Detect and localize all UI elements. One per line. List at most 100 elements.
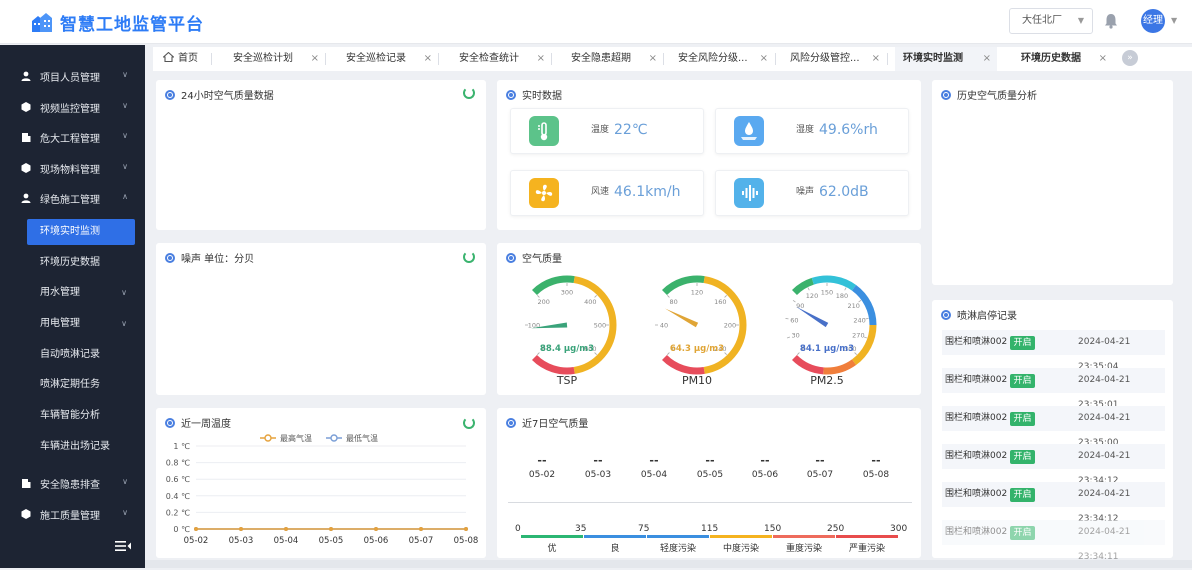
gauge-tick-label: 200 [537,298,549,306]
legend-label: 最低气温 [346,433,378,443]
aq-level-bar [584,535,646,538]
sidebar-item-safety-hazards[interactable]: 安全隐患排查 ∨ [0,469,145,497]
temperature-card: 温度 22℃ [510,108,704,154]
thermometer-icon [529,116,559,146]
tab-home[interactable]: 首页 [155,47,211,71]
realtime-label: 湿度 [796,109,814,151]
spray-row: 围栏和喷淋002开启2024-04-21 23:35:01 [942,368,1165,393]
gauge-tick-label: 300 [561,289,573,297]
tab-label: 环境历史数据 [1021,53,1081,64]
sidebar-item-hazard-works[interactable]: 危大工程管理 ∨ [0,123,145,151]
close-icon[interactable]: × [537,47,545,71]
sidebar-item-quality[interactable]: 施工质量管理 ∨ [0,500,145,528]
refresh-icon[interactable] [463,87,475,99]
tab-env-history[interactable]: 环境历史数据 × [1013,47,1113,71]
sidebar-sub-power[interactable]: 用电管理∨ [27,311,135,337]
air-quality-panel: 空气质量 010020030040050060088.4 μg/m3TSP040… [497,243,921,395]
gauge-tick-label: 200 [724,322,736,330]
close-icon[interactable]: × [311,47,319,71]
collapse-menu-icon[interactable] [115,540,131,552]
aq-level-bound: 150 [764,524,781,534]
tab-inspection-records[interactable]: 安全巡检记录 × [338,47,438,71]
panel-title-text: 24小时空气质量数据 [181,87,274,102]
legend-marker [331,435,337,441]
sidebar-item-label: 视频监控管理 [40,100,100,115]
spray-row: 围栏和喷淋002开启2024-04-21 23:34:12 [942,482,1165,507]
tab-risk-grading[interactable]: 安全风险分级... × [670,47,774,71]
close-icon[interactable]: × [760,47,768,71]
tab-inspection-plan[interactable]: 安全巡检计划 × [225,47,325,71]
sidebar-sub-spray-records[interactable]: 自动喷淋记录 [27,342,135,368]
sidebar-sub-env-history[interactable]: 环境历史数据 [27,250,135,276]
tab-label: 安全巡检记录 [346,53,406,64]
aq-day-date: 05-06 [745,470,785,480]
spray-device: 围栏和喷淋002 [945,330,1007,355]
close-icon[interactable]: × [649,47,657,71]
gauge-tick [787,337,790,338]
sidebar-sub-vehicle-records[interactable]: 车辆进出场记录 [27,434,135,460]
sidebar-item-label: 绿色施工管理 [40,191,100,206]
gauge-tick-label: 400 [584,298,596,306]
tab-label: 风险分级管控... [790,53,860,64]
gauge-arc-segment [813,279,854,288]
close-icon[interactable]: × [872,47,880,71]
gauges-svg: 010020030040050060088.4 μg/m3TSP04080120… [497,243,921,395]
sidebar-sub-spray-tasks[interactable]: 喷淋定期任务 [27,372,135,398]
sidebar-sub-vehicle-analysis[interactable]: 车辆智能分析 [27,403,135,429]
gauge-name: PM2.5 [810,374,844,387]
gauge-tick-label: 160 [714,298,726,306]
sidebar-item-green-construction[interactable]: 绿色施工管理 ∧ [0,184,145,212]
close-icon[interactable]: × [983,47,991,71]
humidity-icon [734,116,764,146]
week-temp-panel: 近一周温度 最高气温最低气温0 ℃0.2 ℃0.4 ℃0.6 ℃0.8 ℃1 ℃… [156,408,486,558]
tab-label: 安全巡检计划 [233,53,293,64]
gauge-arc-segment [534,358,574,371]
panel-title-text: 实时数据 [522,87,562,102]
realtime-label: 噪声 [796,171,814,213]
tabs-more-button[interactable]: » [1122,50,1138,66]
chevron-down-icon: ▼ [1078,9,1084,33]
tab-risk-control[interactable]: 风险分级管控... × [782,47,886,71]
app-title: 智慧工地监管平台 [60,10,204,35]
tab-env-realtime[interactable]: 环境实时监测× [895,47,997,71]
y-tick-label: 0.8 ℃ [166,459,190,468]
panel-title: 近7日空气质量 [506,415,588,430]
close-icon[interactable]: × [424,47,432,71]
y-tick-label: 0.2 ℃ [166,508,190,517]
tab-divider [775,53,776,65]
status-badge: 开启 [1010,488,1035,502]
site-select-value: 大任北厂 [1022,15,1062,26]
aq-level-bar [710,535,772,538]
close-icon[interactable]: × [1099,47,1107,71]
tab-divider [887,53,888,65]
chevron-down-icon[interactable]: ▼ [1171,16,1177,25]
x-tick-label: 05-07 [409,536,434,546]
sidebar-item-personnel[interactable]: 项目人员管理 ∨ [0,62,145,90]
site-select[interactable]: 大任北厂 ▼ [1009,8,1093,34]
aq-day-date: 05-07 [800,470,840,480]
bell-icon[interactable] [1104,13,1118,29]
y-tick-label: 0.4 ℃ [166,492,190,501]
aq-level-name: 严重污染 [837,541,897,554]
avatar[interactable]: 经理 [1141,9,1165,33]
tab-hazard-overdue[interactable]: 安全隐患超期× [563,47,663,71]
refresh-icon[interactable] [463,251,475,263]
tab-inspection-stats[interactable]: 安全检查统计× [451,47,551,71]
gauge-arc-segment [823,362,854,371]
sidebar-item-video[interactable]: 视频监控管理 ∨ [0,93,145,121]
chevron-down-icon: ∨ [122,131,128,140]
hexagon-icon [21,102,31,112]
tab-label: 首页 [178,53,198,64]
aq-level-bound: 300 [890,524,907,534]
aq-level-bound: 0 [515,524,521,534]
gauge-needle [796,307,828,328]
gauge-tick-label: 120 [691,289,703,297]
gauge-tick [667,295,669,297]
gauge-tick-label: 500 [594,322,606,330]
sidebar-sub-env-realtime[interactable]: 环境实时监测 [27,219,135,245]
tab-label: 安全风险分级... [678,53,748,64]
sidebar-sub-label: 用水管理 [40,287,80,298]
sidebar-sub-water[interactable]: 用水管理∨ [27,280,135,306]
target-icon [941,310,951,320]
sidebar-item-materials[interactable]: 现场物料管理 ∨ [0,154,145,182]
